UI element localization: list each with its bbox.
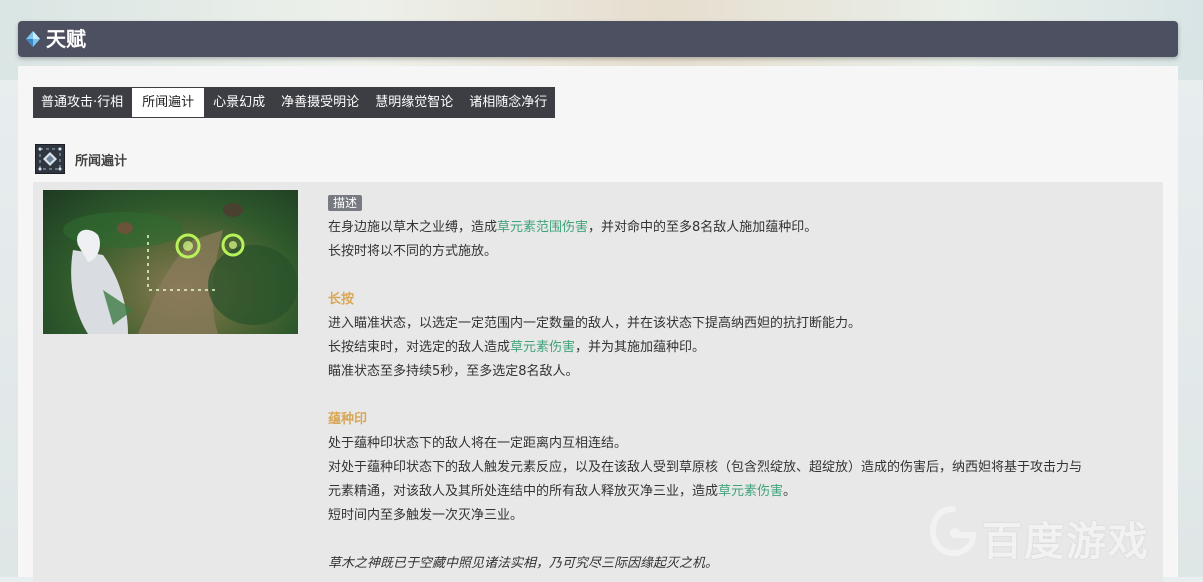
desc-line: 长按结束时，对选定的敌人造成草元素伤害，并为其施加蕴种印。 [328, 340, 706, 355]
desc-line: 进入瞄准状态，以选定一定范围内一定数量的敌人，并在该状态下提高纳西妲的抗打断能力… [328, 316, 862, 331]
description-tag: 描述 [328, 195, 363, 211]
desc-line: 对处于蕴种印状态下的敌人触发元素反应，以及在该敌人受到草原核（包含烈绽放、超绽放… [328, 460, 1083, 475]
tab-all-schemes[interactable]: 所闻遍计 [131, 87, 206, 118]
skill-name: 所闻遍计 [75, 154, 128, 169]
tab-passive-3[interactable]: 诸相随念净行 [461, 87, 555, 118]
tab-normal-attack[interactable]: 普通攻击·行相 [33, 87, 131, 118]
tab-illusory-heart[interactable]: 心景幻成 [205, 87, 273, 118]
desc-line: 元素精通，对该敌人及其所处连结中的所有敌人释放灭净三业，造成草元素伤害。 [328, 484, 797, 499]
skill-preview-image [43, 190, 298, 334]
talent-panel: 普通攻击·行相 所闻遍计 心景幻成 净善摄受明论 慧明缘觉智论 诸相随念净行 所… [18, 66, 1178, 582]
skill-rune-icon [35, 144, 65, 174]
dendro-damage: 草元素伤害 [718, 484, 784, 499]
desc-line: 长按时将以不同的方式施放。 [328, 244, 498, 259]
seed-title: 蕴种印 [328, 412, 368, 427]
hold-title: 长按 [328, 292, 355, 307]
desc-line: 在身边施以草木之业缚，造成草元素范围伤害，并对命中的至多8名敌人施加蕴种印。 [328, 220, 818, 235]
desc-line: 处于蕴种印状态下的敌人将在一定距离内互相连结。 [328, 436, 628, 451]
talent-tabs: 普通攻击·行相 所闻遍计 心景幻成 净善摄受明论 慧明缘觉智论 诸相随念净行 [33, 87, 556, 118]
watermark: 百度游戏 [928, 503, 1188, 565]
tab-passive-2[interactable]: 慧明缘觉智论 [367, 87, 461, 118]
desc-line: 瞄准状态至多持续5秒，至多选定8名敌人。 [328, 364, 579, 379]
baidu-game-logo-icon [929, 506, 977, 557]
tab-passive-1[interactable]: 净善摄受明论 [273, 87, 367, 118]
dendro-damage: 草元素伤害 [510, 340, 576, 355]
section-header: 天赋 [18, 21, 1178, 57]
section-title: 天赋 [46, 27, 86, 51]
dendro-aoe-damage: 草元素范围伤害 [497, 220, 589, 235]
diamond-gem-icon [26, 31, 40, 47]
watermark-text: 百度游戏 [982, 519, 1150, 565]
